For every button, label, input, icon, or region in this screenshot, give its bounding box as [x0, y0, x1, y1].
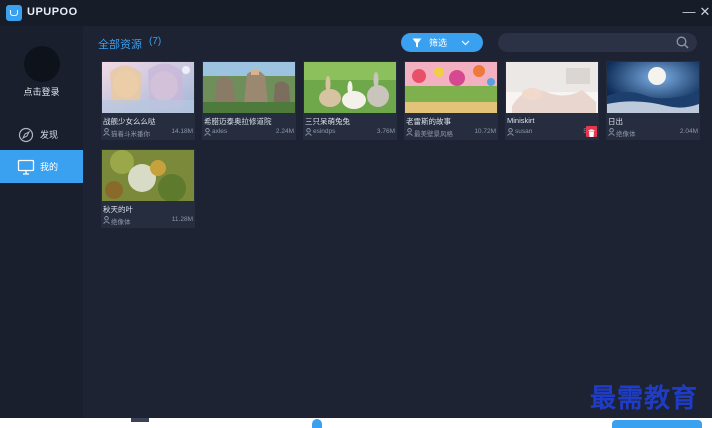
user-icon [608, 128, 615, 136]
section-title: 全部资源 [98, 39, 142, 51]
card-author: 猫着斗米番你 [111, 131, 150, 138]
card-size: 2.24M [275, 128, 294, 135]
funnel-icon [412, 38, 422, 47]
sidebar-item-discover[interactable]: 发现 [0, 118, 83, 151]
app-window: UPUPOO — ✕ 点击登录 发现 我的 全部资源 (7) 筛选 战舰少女么么… [0, 0, 712, 418]
user-icon [204, 128, 211, 136]
card-size: 2.04M [679, 128, 698, 135]
trash-icon [588, 129, 595, 137]
filter-label: 筛选 [429, 38, 448, 48]
search-box [498, 33, 697, 52]
compass-icon [18, 127, 34, 142]
user-icon [305, 128, 312, 136]
card-author: 最美壁景风格 [414, 131, 453, 138]
card-title: 秋天的叶 [103, 205, 133, 214]
chevron-down-icon [461, 40, 470, 45]
card-title: 战舰少女么么哒 [103, 117, 156, 126]
login-link[interactable]: 点击登录 [0, 85, 83, 98]
card-author: susan [515, 128, 533, 135]
wallpaper-card[interactable]: Miniskirt susan 5 [505, 61, 599, 140]
user-icon [103, 216, 110, 224]
sidebar: 点击登录 发现 我的 [0, 26, 83, 418]
card-size: 11.28M [171, 216, 193, 223]
sidebar-item-mine[interactable]: 我的 [0, 150, 83, 183]
user-icon [507, 128, 514, 136]
wallpaper-thumbnail [203, 62, 295, 113]
search-icon[interactable] [676, 36, 689, 49]
sidebar-item-label: 发现 [40, 130, 59, 140]
card-author: axles [212, 128, 228, 135]
card-title: Miniskirt [507, 116, 535, 125]
wallpaper-card[interactable]: 希腊迈泰奥拉修道院 axles 2.24M [202, 61, 296, 140]
wallpaper-thumbnail [607, 62, 699, 113]
bottom-play-button[interactable] [312, 419, 322, 428]
card-author: esindps [313, 128, 336, 135]
avatar[interactable] [24, 46, 60, 82]
wallpaper-thumbnail [304, 62, 396, 113]
wallpaper-card[interactable]: 日出 绝像体 2.04M [606, 61, 700, 140]
card-title: 老雷斯的故事 [406, 117, 451, 126]
minimize-button[interactable]: — [682, 5, 696, 19]
monitor-icon [17, 159, 35, 175]
sidebar-item-label: 我的 [40, 162, 59, 172]
card-author: 绝像体 [616, 131, 636, 138]
title-bar: UPUPOO — ✕ [0, 0, 712, 26]
card-title: 日出 [608, 117, 623, 126]
user-icon [406, 128, 413, 136]
wallpaper-card[interactable]: 三只呆萌兔兔 esindps 3.76M [303, 61, 397, 140]
card-author: 绝像体 [111, 219, 131, 226]
card-size: 3.76M [376, 128, 395, 135]
app-name: UPUPOO [27, 6, 78, 18]
card-size: 14.18M [171, 128, 193, 135]
watermark-text: 最需教育 [590, 384, 699, 414]
user-icon [103, 128, 110, 136]
wallpaper-card[interactable]: 老雷斯的故事 最美壁景风格 10.72M [404, 61, 498, 140]
close-button[interactable]: ✕ [698, 5, 712, 19]
card-title: 希腊迈泰奥拉修道院 [204, 117, 272, 126]
wallpaper-card[interactable]: 秋天的叶 绝像体 11.28M [101, 149, 195, 228]
delete-button[interactable] [586, 126, 597, 137]
bottom-action-button[interactable] [612, 420, 702, 428]
wallpaper-thumbnail [405, 62, 497, 113]
bottom-control[interactable] [131, 418, 149, 422]
main-panel: 全部资源 (7) 筛选 战舰少女么么哒 猫着斗米番你 14.18M 希腊迈泰奥拉… [83, 26, 712, 418]
wallpaper-card[interactable]: 战舰少女么么哒 猫着斗米番你 14.18M [101, 61, 195, 140]
card-size: 10.72M [474, 128, 496, 135]
resource-count: (7) [149, 36, 162, 47]
wallpaper-thumbnail [102, 150, 194, 201]
card-title: 三只呆萌兔兔 [305, 117, 350, 126]
filter-button[interactable]: 筛选 [401, 33, 483, 52]
search-input[interactable] [508, 35, 668, 50]
wallpaper-thumbnail [506, 62, 598, 113]
app-logo-icon [6, 5, 22, 21]
wallpaper-thumbnail [102, 62, 194, 113]
